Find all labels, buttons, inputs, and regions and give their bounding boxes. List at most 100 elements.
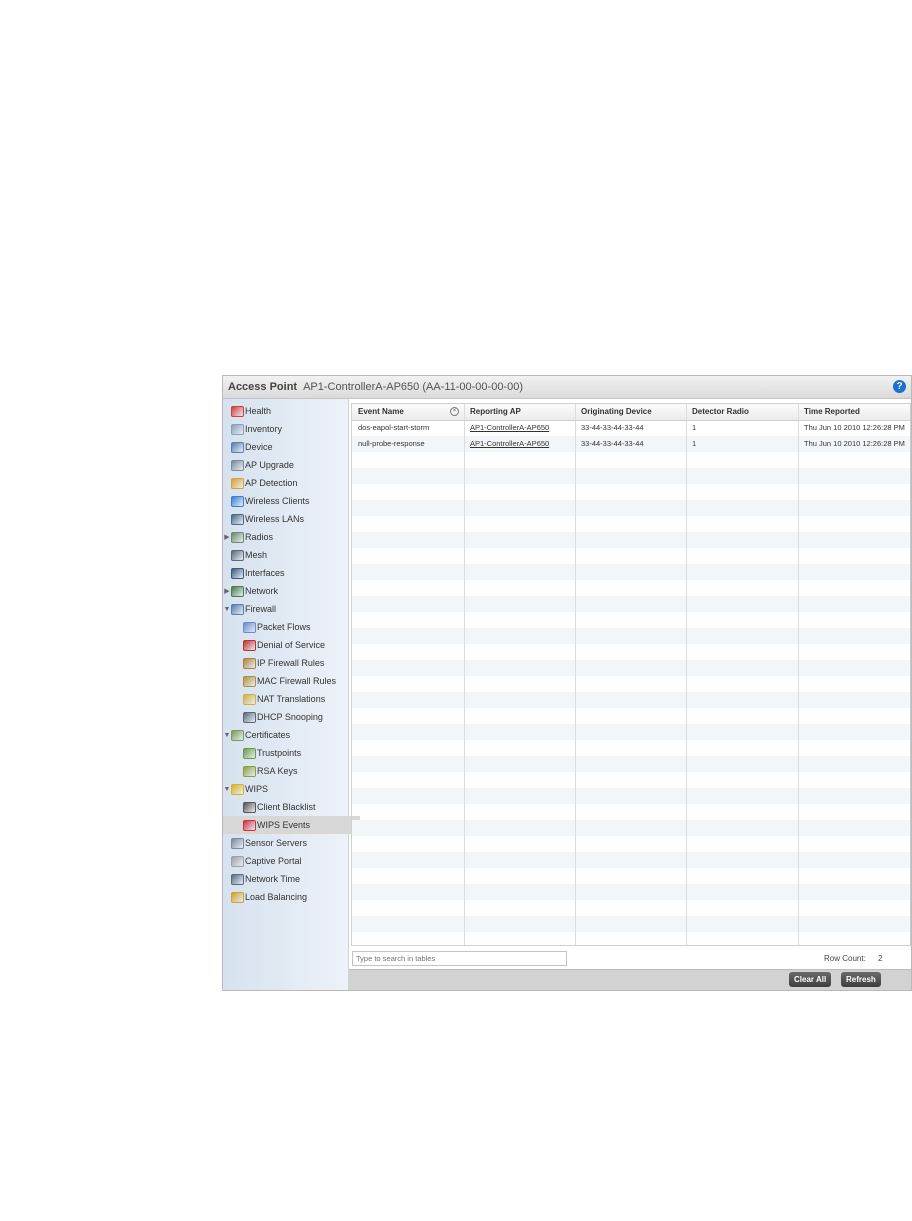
expand-arrow-icon[interactable]: ▶: [223, 587, 231, 595]
table-header: Event Name Reporting AP Originating Device…: [352, 404, 910, 421]
reporting-ap-link[interactable]: AP1-ControllerA-AP650: [464, 436, 575, 452]
sidebar-item-label: Trustpoints: [257, 748, 302, 758]
sidebar-item-device[interactable]: Device: [223, 438, 348, 456]
sidebar-item-wireless-lans[interactable]: Wireless LANs: [223, 510, 348, 528]
sidebar-item-label: Health: [245, 406, 272, 416]
table-cell: 1: [692, 423, 697, 432]
table-row: [352, 628, 910, 644]
table-row: [352, 468, 910, 484]
health-icon: [231, 405, 244, 417]
sidebar-item-mesh[interactable]: Mesh: [223, 546, 348, 564]
table-row[interactable]: null-probe-response AP1-ControllerA-AP650…: [352, 436, 910, 452]
sidebar-item-wips-events[interactable]: WIPS Events: [223, 816, 360, 834]
access-point-window: Access Point AP1-ControllerA-AP650 (AA-1…: [222, 375, 912, 991]
sidebar-item-interfaces[interactable]: Interfaces: [223, 564, 348, 582]
row-count-label: Row Count:: [824, 954, 866, 963]
sidebar-item-packet-flows[interactable]: Packet Flows: [223, 618, 360, 636]
ip-firewall-rules-icon: [243, 657, 256, 669]
sidebar-item-radios[interactable]: ▶ Radios: [223, 528, 348, 546]
sidebar-item-ap-upgrade[interactable]: AP Upgrade: [223, 456, 348, 474]
sidebar-item-client-blacklist[interactable]: Client Blacklist: [223, 798, 360, 816]
sidebar-item-label: Mesh: [245, 550, 268, 560]
sidebar-item-captive-portal[interactable]: Captive Portal: [223, 852, 348, 870]
title-bar: Access Point AP1-ControllerA-AP650 (AA-1…: [223, 376, 911, 399]
expand-arrow-icon[interactable]: ▼: [223, 786, 231, 793]
expand-arrow-icon[interactable]: ▼: [223, 732, 231, 739]
table-row: [352, 852, 910, 868]
sidebar-item-wips[interactable]: ▼ WIPS: [223, 780, 348, 798]
sidebar-item-label: IP Firewall Rules: [257, 658, 325, 668]
sidebar-item-mac-firewall-rules[interactable]: MAC Firewall Rules: [223, 672, 360, 690]
table-cell: null-probe-response: [358, 439, 425, 448]
device-icon: [231, 441, 244, 453]
table-row: [352, 836, 910, 852]
sidebar-item-label: Firewall: [245, 604, 277, 614]
ap-detection-icon: [231, 477, 244, 489]
window-subtitle: AP1-ControllerA-AP650 (AA-11-00-00-00-00…: [303, 381, 523, 393]
table-cell: Thu Jun 10 2010 12:26:28 PM: [804, 439, 905, 448]
column-header[interactable]: Originating Device: [575, 404, 686, 420]
table-row: [352, 452, 910, 468]
table-cell: 33-44-33-44-33-44: [581, 439, 644, 448]
nat-translations-icon: [243, 693, 256, 705]
table-row: [352, 596, 910, 612]
sidebar-item-certificates[interactable]: ▼ Certificates: [223, 726, 348, 744]
network-icon: [231, 585, 244, 597]
sidebar-item-label: Certificates: [245, 730, 291, 740]
table-row: [352, 724, 910, 740]
sidebar-item-label: Packet Flows: [257, 622, 311, 632]
reporting-ap-link[interactable]: AP1-ControllerA-AP650: [464, 420, 575, 436]
sidebar-item-wireless-clients[interactable]: Wireless Clients: [223, 492, 348, 510]
sidebar-item-inventory[interactable]: Inventory: [223, 420, 348, 438]
sidebar-item-trustpoints[interactable]: Trustpoints: [223, 744, 360, 762]
clear-all-button[interactable]: Clear All: [789, 972, 832, 987]
column-divider: [575, 404, 576, 945]
wips-icon: [231, 783, 244, 795]
table-row: [352, 484, 910, 500]
sidebar-item-label: Device: [245, 442, 273, 452]
sidebar-item-label: Radios: [245, 532, 274, 542]
sidebar-item-firewall[interactable]: ▼ Firewall: [223, 600, 348, 618]
table-row: [352, 692, 910, 708]
help-icon[interactable]: ?: [893, 380, 906, 393]
inventory-icon: [231, 423, 244, 435]
table-cell: 33-44-33-44-33-44: [581, 423, 644, 432]
sidebar-item-rsa-keys[interactable]: RSA Keys: [223, 762, 360, 780]
column-divider: [798, 404, 799, 945]
denial-of-service-icon: [243, 639, 256, 651]
column-header[interactable]: Event Name: [352, 404, 464, 420]
table-row: [352, 676, 910, 692]
column-header[interactable]: Reporting AP: [464, 404, 575, 420]
expand-arrow-icon[interactable]: ▶: [223, 533, 231, 541]
sidebar-item-network-time[interactable]: Network Time: [223, 870, 348, 888]
column-filter-icon[interactable]: ×: [450, 407, 459, 416]
sidebar-item-denial-of-service[interactable]: Denial of Service: [223, 636, 360, 654]
firewall-icon: [231, 603, 244, 615]
column-header[interactable]: Time Reported: [798, 404, 910, 420]
packet-flows-icon: [243, 621, 256, 633]
table-row: [352, 868, 910, 884]
column-header[interactable]: Detector Radio: [686, 404, 798, 420]
table-search-input[interactable]: [352, 951, 567, 966]
table-row: [352, 820, 910, 836]
sidebar-item-sensor-servers[interactable]: Sensor Servers: [223, 834, 348, 852]
table-row: [352, 500, 910, 516]
sidebar-item-nat-translations[interactable]: NAT Translations: [223, 690, 360, 708]
sidebar-item-load-balancing[interactable]: Load Balancing: [223, 888, 348, 906]
table-row[interactable]: dos-eapol-start-storm AP1-ControllerA-AP6…: [352, 420, 910, 436]
table-row: [352, 548, 910, 564]
sidebar-item-dhcp-snooping[interactable]: DHCP Snooping: [223, 708, 360, 726]
sidebar-item-ap-detection[interactable]: AP Detection: [223, 474, 348, 492]
table-row: [352, 612, 910, 628]
table-row: [352, 580, 910, 596]
refresh-button[interactable]: Refresh: [841, 972, 881, 987]
wips-events-icon: [243, 819, 256, 831]
sidebar-item-network[interactable]: ▶ Network: [223, 582, 348, 600]
sidebar-item-health[interactable]: Health: [223, 402, 348, 420]
sidebar-item-label: WIPS Events: [257, 820, 311, 830]
expand-arrow-icon[interactable]: ▼: [223, 606, 231, 613]
sidebar-item-label: Network: [245, 586, 279, 596]
sidebar-item-ip-firewall-rules[interactable]: IP Firewall Rules: [223, 654, 360, 672]
table-row: [352, 900, 910, 916]
sidebar-item-label: AP Detection: [245, 478, 298, 488]
